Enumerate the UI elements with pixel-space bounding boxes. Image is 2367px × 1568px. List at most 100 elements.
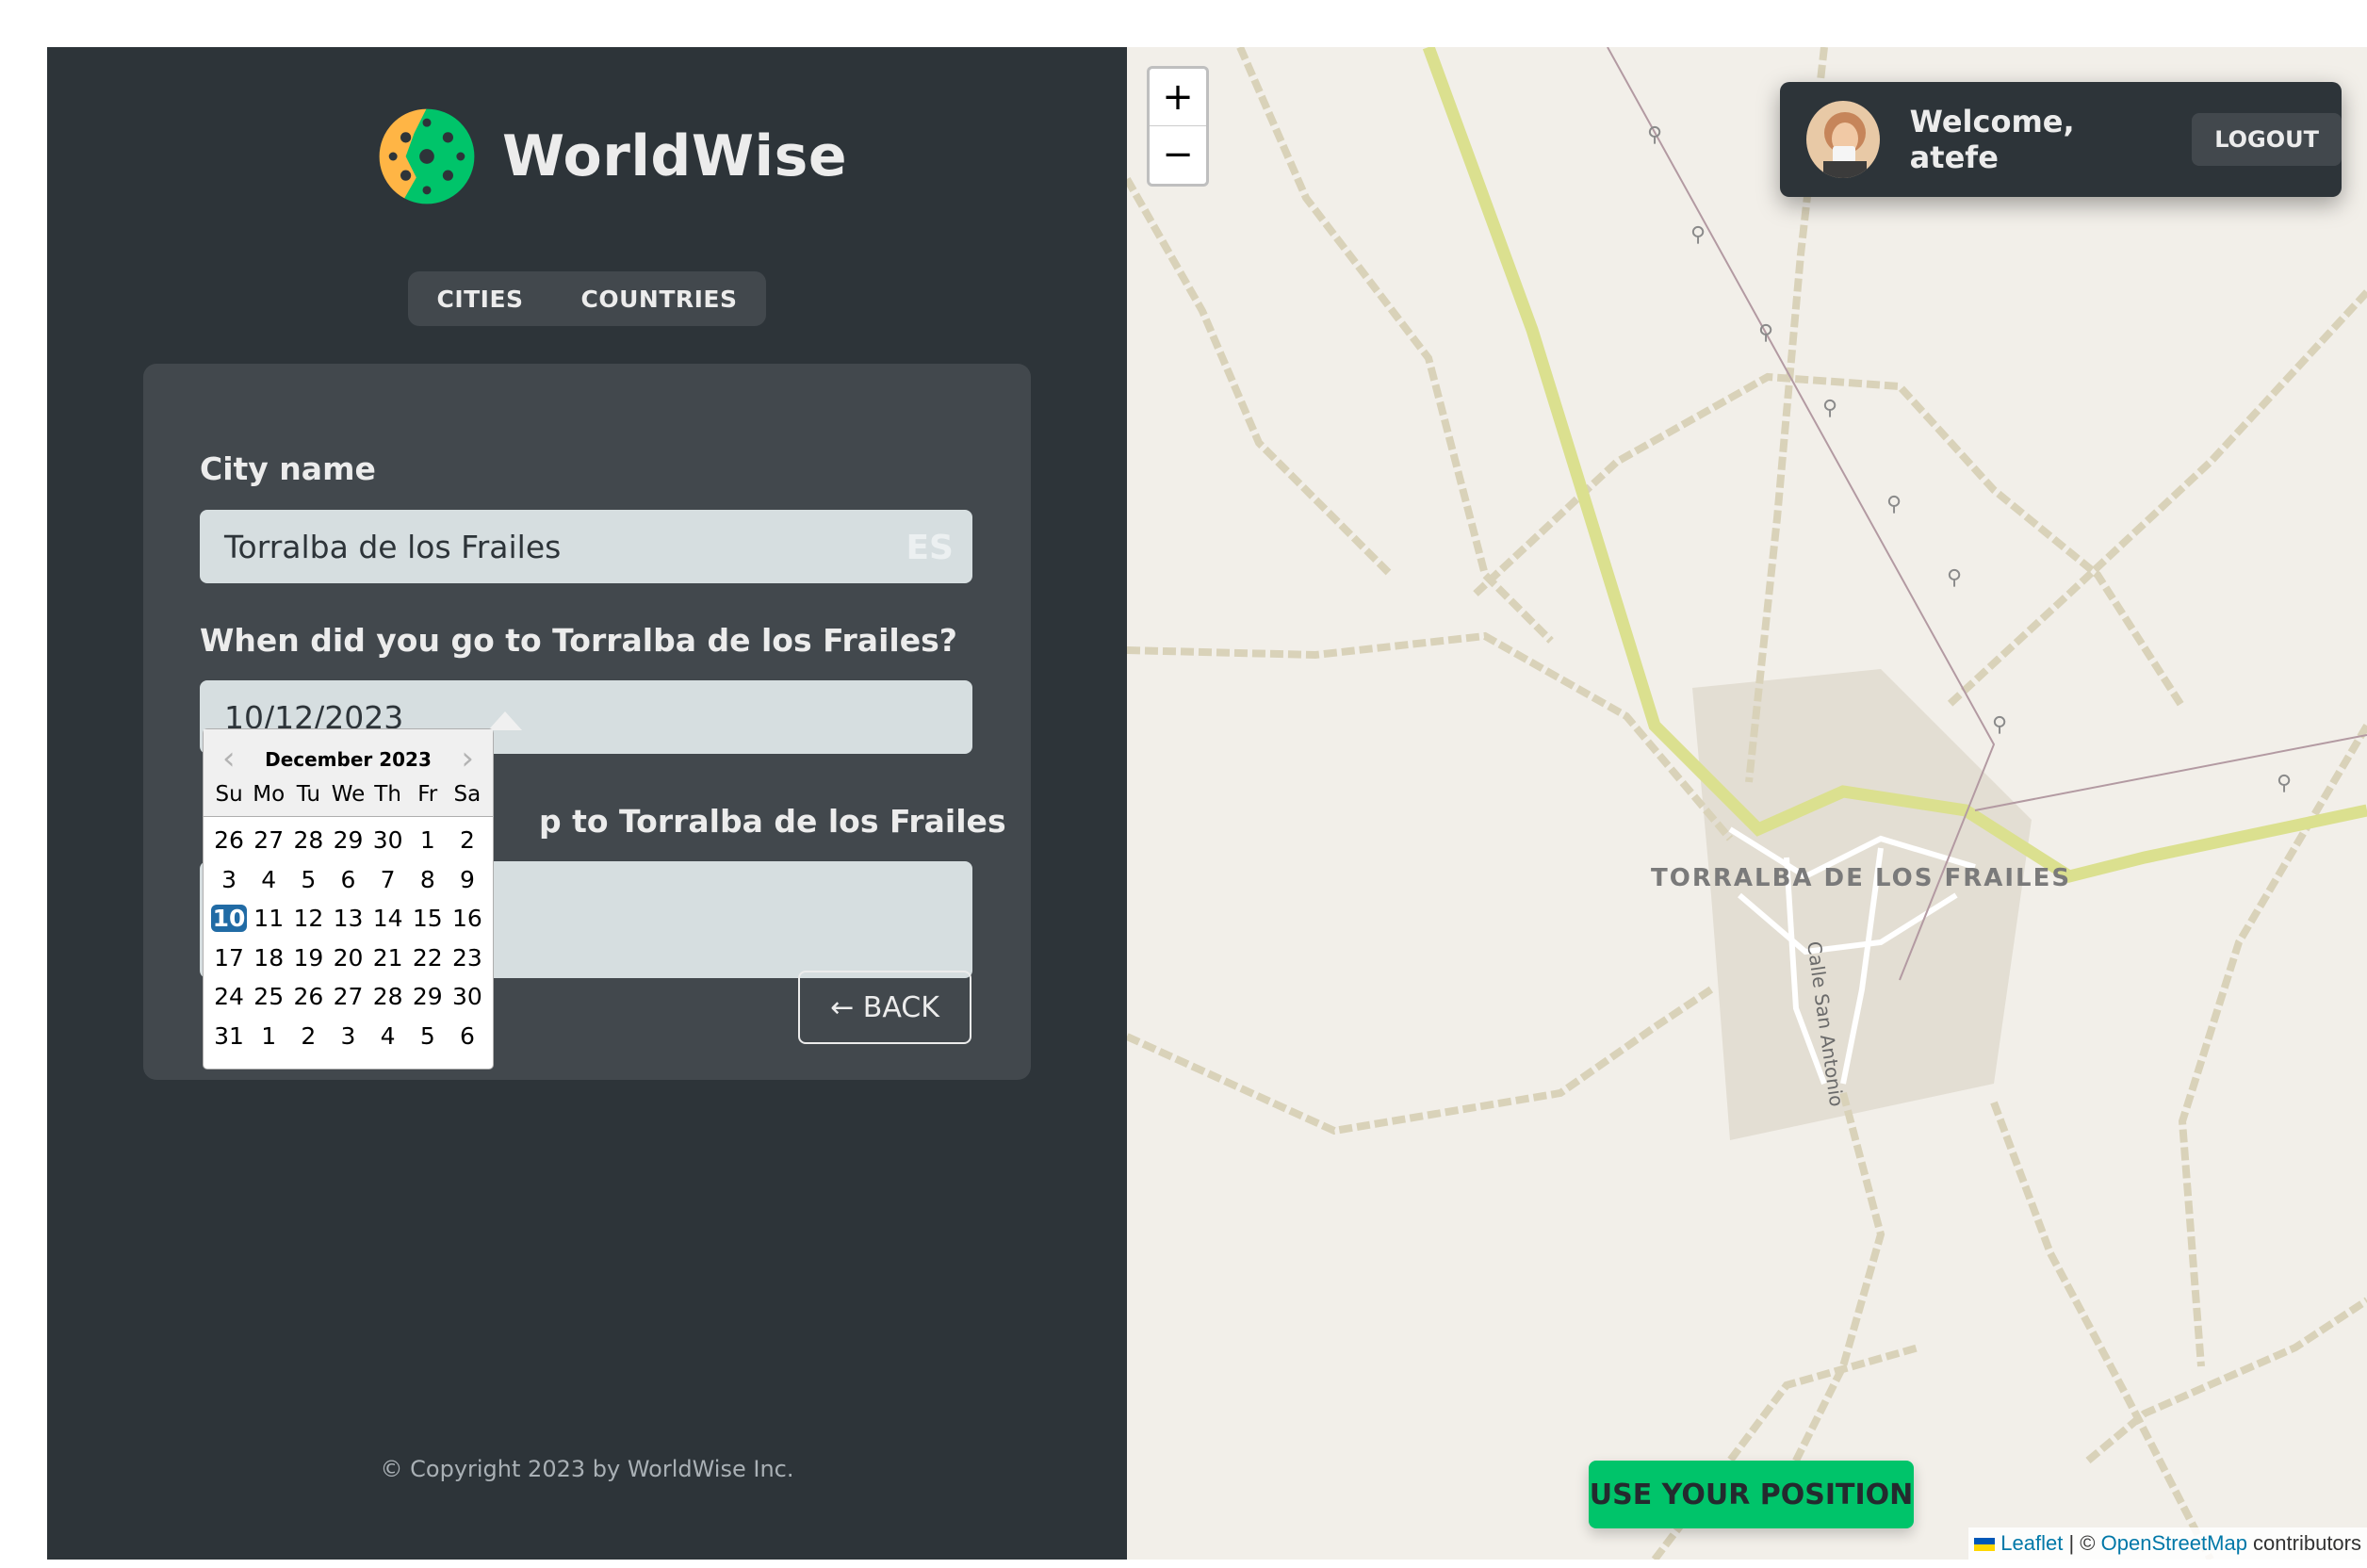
datepicker-header: ‹ December 2023 › Su Mo Tu We Th Fr Sa [204,729,493,817]
map-tiles[interactable]: ⚲⚲ ⚲⚲ ⚲⚲ ⚲⚲ TORRALBA DE LOS FRAILES Call… [1127,47,2367,1560]
datepicker-week: 17 18 19 20 21 22 23 [209,939,487,978]
datepicker-day[interactable]: 4 [251,866,286,893]
datepicker-week: 10 11 12 13 14 15 16 [209,899,487,939]
datepicker-day[interactable]: 16 [449,905,485,932]
datepicker-day[interactable]: 28 [370,983,406,1010]
city-name-input[interactable]: Torralba de los Frailes ES [200,510,972,583]
map-attribution: Leaflet | © OpenStreetMap contributors [1968,1527,2367,1560]
datepicker-day[interactable]: 29 [330,826,366,854]
datepicker-day[interactable]: 30 [370,826,406,854]
avatar [1806,101,1880,178]
datepicker-day[interactable]: 29 [410,983,446,1010]
datepicker-day[interactable]: 17 [211,944,247,972]
datepicker-weekdays: Su Mo Tu We Th Fr Sa [204,782,493,807]
logo[interactable]: WorldWise [374,104,847,209]
worldwise-logo-icon [377,106,477,206]
datepicker-day[interactable]: 26 [211,826,247,854]
leaflet-link[interactable]: Leaflet [2000,1531,2063,1555]
datepicker-day[interactable]: 31 [211,1022,247,1050]
svg-text:⚲: ⚲ [1758,321,1773,345]
datepicker-day[interactable]: 6 [330,866,366,893]
datepicker-day[interactable]: 11 [251,905,286,932]
svg-text:⚲: ⚲ [1690,223,1706,247]
weekday: Mo [253,782,286,807]
logout-button[interactable]: LOGOUT [2192,113,2342,166]
welcome-text: Welcome, atefe [1909,104,2075,175]
datepicker-day[interactable]: 12 [290,905,326,932]
datepicker-days: 26 27 28 29 30 1 2 3 4 5 6 7 8 9 10 11 12 13 14 15 16 17 18 19 2… [204,817,493,1055]
datepicker-day[interactable]: 14 [370,905,406,932]
datepicker-day[interactable]: 5 [290,866,326,893]
app-layout: WorldWise CITIES COUNTRIES City name Tor… [47,47,2367,1560]
datepicker-day[interactable]: 2 [449,826,485,854]
datepicker-day[interactable]: 19 [290,944,326,972]
datepicker-day[interactable]: 3 [330,1022,366,1050]
svg-text:⚲: ⚲ [1947,566,1962,590]
datepicker-day[interactable]: 22 [410,944,446,972]
datepicker-day[interactable]: 27 [330,983,366,1010]
datepicker-day[interactable]: 20 [330,944,366,972]
copyright: © Copyright 2023 by WorldWise Inc. [380,1456,794,1482]
datepicker-week: 3456789 [209,860,487,900]
datepicker-day[interactable]: 30 [449,983,485,1010]
svg-text:⚲: ⚲ [1992,713,2007,737]
datepicker: ‹ December 2023 › Su Mo Tu We Th Fr Sa 2… [203,728,494,1070]
user-avatar-icon [1806,101,1880,178]
datepicker-week: 26 27 28 29 30 1 2 [209,821,487,860]
datepicker-day[interactable]: 7 [370,866,406,893]
datepicker-day[interactable]: 9 [449,866,485,893]
svg-text:⚲: ⚲ [1647,123,1662,147]
notes-label: p to Torralba de los Frailes [539,803,1006,840]
datepicker-day[interactable]: 26 [290,983,326,1010]
datepicker-day[interactable]: 23 [449,944,485,972]
zoom-out-button[interactable]: − [1150,126,1206,183]
tab-cities[interactable]: CITIES [417,278,542,320]
datepicker-day[interactable]: 18 [251,944,286,972]
datepicker-day[interactable]: 28 [290,826,326,854]
datepicker-day[interactable]: 5 [410,1022,446,1050]
datepicker-month: December 2023 [265,748,432,771]
datepicker-day[interactable]: 1 [251,1022,286,1050]
city-name-value: Torralba de los Frailes [224,528,562,565]
user-box: Welcome, atefe LOGOUT [1780,82,2342,197]
tab-countries[interactable]: COUNTRIES [563,278,757,320]
datepicker-day[interactable]: 3 [211,866,247,893]
osm-link[interactable]: OpenStreetMap [2101,1531,2247,1555]
use-position-button[interactable]: USE YOUR POSITION [1589,1461,1914,1528]
datepicker-day[interactable]: 15 [410,905,446,932]
svg-text:⚲: ⚲ [1886,493,1902,516]
datepicker-day[interactable]: 4 [370,1022,406,1050]
zoom-control: + − [1147,66,1209,187]
map-place-label: TORRALBA DE LOS FRAILES [1651,864,2071,892]
weekday: Su [215,782,243,807]
datepicker-day[interactable]: 2 [290,1022,326,1050]
datepicker-week: 24 25 26 27 28 29 30 [209,977,487,1017]
attribution-suffix: contributors [2246,1531,2361,1555]
ukraine-flag-icon [1974,1538,1996,1552]
datepicker-day[interactable]: 27 [251,826,286,854]
datepicker-day[interactable]: 13 [330,905,366,932]
app-nav: CITIES COUNTRIES [408,271,766,326]
zoom-in-button[interactable]: + [1150,69,1206,126]
chevron-right-icon[interactable]: › [461,743,474,775]
attribution-separator: | © [2063,1531,2101,1555]
datepicker-day[interactable]: 1 [410,826,446,854]
weekday: Tu [296,782,320,807]
datepicker-day[interactable]: 10 [211,905,248,933]
datepicker-day[interactable]: 8 [410,866,446,893]
datepicker-day[interactable]: 21 [370,944,406,972]
weekday: Th [374,782,401,807]
map[interactable]: ⚲ ⚲ ⚲ ⚲ ⚲ ⚲ ⚲ ⚲ TORRALBA DE LOS FRAILES Call… [1127,47,2367,1560]
weekday: We [331,782,366,807]
weekday: Sa [453,782,482,807]
datepicker-day[interactable]: 24 [211,983,247,1010]
datepicker-day[interactable]: 6 [449,1022,485,1050]
datepicker-day[interactable]: 25 [251,983,286,1010]
app-name: WorldWise [502,123,848,189]
sidebar: WorldWise CITIES COUNTRIES City name Tor… [47,47,1127,1560]
country-flag: ES [906,529,954,567]
back-button[interactable]: ← BACK [798,971,971,1044]
datepicker-week: 31 1 2 3 4 5 6 [209,1017,487,1056]
datepicker-pointer [488,711,522,730]
svg-text:⚲: ⚲ [1822,397,1837,420]
